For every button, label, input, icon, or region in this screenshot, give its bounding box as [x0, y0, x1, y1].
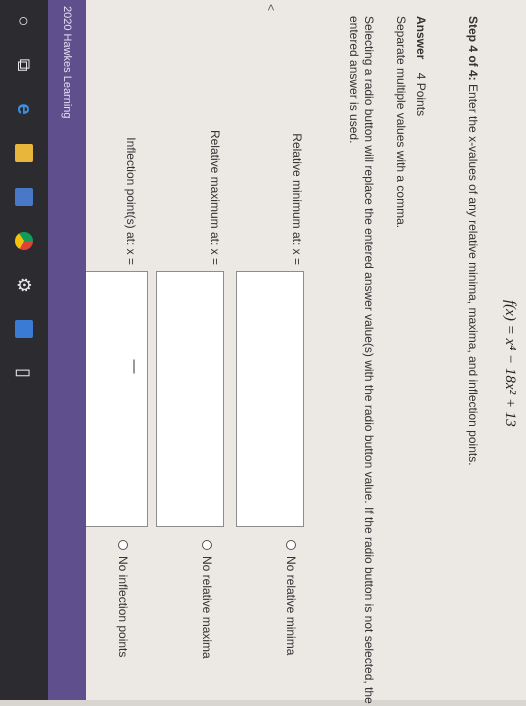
radio-circle-icon[interactable]	[202, 540, 212, 550]
relative-minimum-label: Relative minimum at: x =	[290, 133, 304, 265]
taskbar: ○ ⧉ e ⚙ ▯	[0, 0, 48, 700]
no-inflection-points-label: No inflection points	[116, 556, 130, 658]
inflection-points-label: Inflection point(s) at: x =	[124, 137, 138, 265]
function-display: f(x) = x⁴ − 18x² + 13	[502, 300, 518, 427]
relative-maximum-input[interactable]	[156, 271, 224, 527]
points-label: 4 Points	[414, 72, 428, 117]
answer-header: Answer 4 Points	[414, 16, 428, 116]
no-relative-maxima-radio[interactable]: No relative maxima	[200, 540, 214, 659]
file-explorer-icon[interactable]	[11, 140, 37, 166]
radio-button-note: Selecting a radio button will replace th…	[347, 16, 376, 704]
relative-maximum-label: Relative maximum at: x =	[208, 129, 222, 265]
separate-values-note: Separate multiple values with a comma.	[394, 16, 408, 229]
rotated-screen: < f(x) = x⁴ − 18x² + 13 Step 4 of 4: Ent…	[0, 0, 526, 704]
step-text: Enter the x-values of any relative minim…	[466, 84, 480, 466]
settings-icon[interactable]: ⚙	[11, 272, 37, 298]
step-instruction: Step 4 of 4: Enter the x-values of any r…	[466, 16, 480, 466]
documents-icon[interactable]: ▯	[11, 360, 37, 386]
store-icon[interactable]	[11, 184, 37, 210]
radio-circle-icon[interactable]	[118, 540, 128, 550]
chrome-icon[interactable]	[11, 228, 37, 254]
answer-heading: Answer	[414, 16, 428, 60]
no-relative-minima-radio[interactable]: No relative minima	[284, 540, 298, 655]
task-view-icon[interactable]: ⧉	[11, 52, 37, 78]
radio-circle-icon[interactable]	[286, 540, 296, 550]
inflection-points-input[interactable]	[80, 271, 148, 527]
text-cursor	[133, 359, 135, 374]
windows-start-icon[interactable]: ○	[11, 8, 37, 34]
step-label: Step 4 of 4:	[466, 16, 480, 81]
question-panel: < f(x) = x⁴ − 18x² + 13 Step 4 of 4: Ent…	[80, 0, 526, 704]
edge-icon[interactable]: e	[11, 96, 37, 122]
no-relative-maxima-label: No relative maxima	[200, 556, 214, 659]
no-inflection-points-radio[interactable]: No inflection points	[116, 540, 130, 657]
footer-bar: 2020 Hawkes Learning	[48, 0, 86, 700]
photos-icon[interactable]	[11, 316, 37, 342]
chevron-left-icon[interactable]: <	[264, 4, 278, 11]
relative-minimum-input[interactable]	[236, 271, 304, 527]
no-relative-minima-label: No relative minima	[284, 556, 298, 656]
copyright-text: 2020 Hawkes Learning	[61, 6, 73, 119]
